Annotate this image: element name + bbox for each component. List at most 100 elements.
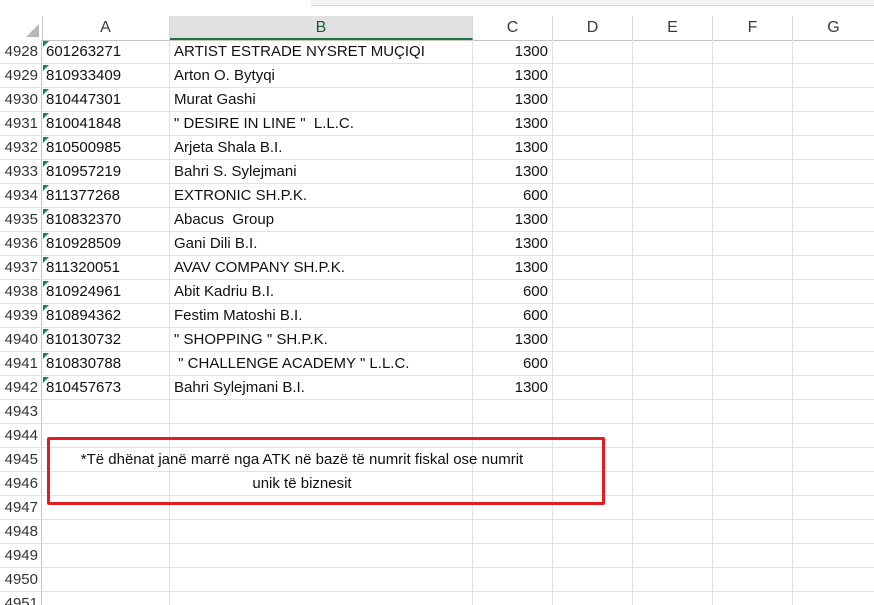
cell-f[interactable] [713, 568, 793, 591]
cell-c[interactable]: 1300 [473, 328, 553, 351]
cell-a[interactable] [42, 520, 170, 543]
cell-e[interactable] [633, 496, 713, 519]
column-header-g[interactable]: G [793, 16, 874, 40]
cell-a[interactable]: 810457673 [42, 376, 170, 399]
cell-c[interactable] [473, 400, 553, 423]
cell-e[interactable] [633, 568, 713, 591]
error-indicator-icon[interactable] [43, 233, 49, 239]
cell-e[interactable] [633, 520, 713, 543]
cell-b[interactable]: Festim Matoshi B.I. [170, 304, 473, 327]
cell-f[interactable] [713, 256, 793, 279]
cell-e[interactable] [633, 424, 713, 447]
cell-d[interactable] [553, 280, 633, 303]
cell-a[interactable]: 601263271 [42, 40, 170, 63]
cell-a[interactable]: 811320051 [42, 256, 170, 279]
row-header[interactable]: 4933 [0, 160, 42, 183]
cell-d[interactable] [553, 520, 633, 543]
cell-a[interactable]: 810041848 [42, 112, 170, 135]
cell-e[interactable] [633, 280, 713, 303]
cell-c[interactable]: 1300 [473, 376, 553, 399]
cell-g[interactable] [793, 304, 874, 327]
cell-f[interactable] [713, 544, 793, 567]
cell-f[interactable] [713, 496, 793, 519]
cell-a[interactable]: 810130732 [42, 328, 170, 351]
cell-b[interactable] [170, 592, 473, 605]
column-header-a[interactable]: A [42, 16, 170, 40]
cell-g[interactable] [793, 112, 874, 135]
column-header-f[interactable]: F [713, 16, 793, 40]
column-header-c[interactable]: C [473, 16, 553, 40]
cell-c[interactable]: 1300 [473, 88, 553, 111]
cell-c[interactable]: 1300 [473, 256, 553, 279]
cell-c[interactable]: 1300 [473, 64, 553, 87]
cell-f[interactable] [713, 400, 793, 423]
cell-g[interactable] [793, 592, 874, 605]
cell-f[interactable] [713, 136, 793, 159]
cell-d[interactable] [553, 88, 633, 111]
cell-c[interactable] [473, 520, 553, 543]
cell-g[interactable] [793, 160, 874, 183]
cell-e[interactable] [633, 64, 713, 87]
row-header[interactable]: 4943 [0, 400, 42, 423]
cell-c[interactable]: 1300 [473, 136, 553, 159]
error-indicator-icon[interactable] [43, 41, 49, 47]
cell-a[interactable] [42, 592, 170, 605]
cell-g[interactable] [793, 472, 874, 495]
cell-g[interactable] [793, 88, 874, 111]
cell-f[interactable] [713, 520, 793, 543]
worksheet-grid[interactable]: A B C D E F G 4928 601263271 ARTIST ESTRAD… [0, 16, 874, 605]
error-indicator-icon[interactable] [43, 281, 49, 287]
cell-d[interactable] [553, 232, 633, 255]
cell-d[interactable] [553, 328, 633, 351]
error-indicator-icon[interactable] [43, 137, 49, 143]
cell-g[interactable] [793, 448, 874, 471]
cell-f[interactable] [713, 592, 793, 605]
row-header[interactable]: 4948 [0, 520, 42, 543]
row-header[interactable]: 4939 [0, 304, 42, 327]
cell-g[interactable] [793, 376, 874, 399]
row-header[interactable]: 4935 [0, 208, 42, 231]
cell-g[interactable] [793, 568, 874, 591]
cell-c[interactable] [473, 592, 553, 605]
cell-a[interactable]: 810447301 [42, 88, 170, 111]
error-indicator-icon[interactable] [43, 89, 49, 95]
cell-c[interactable] [473, 568, 553, 591]
cell-d[interactable] [553, 544, 633, 567]
cell-g[interactable] [793, 184, 874, 207]
cell-g[interactable] [793, 328, 874, 351]
row-header[interactable]: 4944 [0, 424, 42, 447]
cell-e[interactable] [633, 88, 713, 111]
cell-b[interactable]: Abacus Group [170, 208, 473, 231]
cell-a[interactable]: 810924961 [42, 280, 170, 303]
cell-f[interactable] [713, 352, 793, 375]
cell-e[interactable] [633, 160, 713, 183]
cell-g[interactable] [793, 400, 874, 423]
column-header-b[interactable]: B [170, 16, 473, 40]
cell-a[interactable]: 810894362 [42, 304, 170, 327]
cell-e[interactable] [633, 40, 713, 63]
cell-b[interactable]: AVAV COMPANY SH.P.K. [170, 256, 473, 279]
cell-f[interactable] [713, 160, 793, 183]
row-header[interactable]: 4947 [0, 496, 42, 519]
cell-g[interactable] [793, 64, 874, 87]
error-indicator-icon[interactable] [43, 305, 49, 311]
cell-d[interactable] [553, 304, 633, 327]
cell-g[interactable] [793, 424, 874, 447]
cell-b[interactable] [170, 520, 473, 543]
column-header-d[interactable]: D [553, 16, 633, 40]
cell-c[interactable]: 600 [473, 352, 553, 375]
cell-e[interactable] [633, 352, 713, 375]
row-header[interactable]: 4946 [0, 472, 42, 495]
row-header[interactable]: 4951 [0, 592, 42, 605]
error-indicator-icon[interactable] [43, 257, 49, 263]
error-indicator-icon[interactable] [43, 113, 49, 119]
cell-g[interactable] [793, 280, 874, 303]
cell-g[interactable] [793, 256, 874, 279]
error-indicator-icon[interactable] [43, 329, 49, 335]
cell-c[interactable]: 600 [473, 184, 553, 207]
cell-f[interactable] [713, 88, 793, 111]
cell-b[interactable]: Murat Gashi [170, 88, 473, 111]
cell-d[interactable] [553, 400, 633, 423]
column-header-e[interactable]: E [633, 16, 713, 40]
cell-e[interactable] [633, 592, 713, 605]
